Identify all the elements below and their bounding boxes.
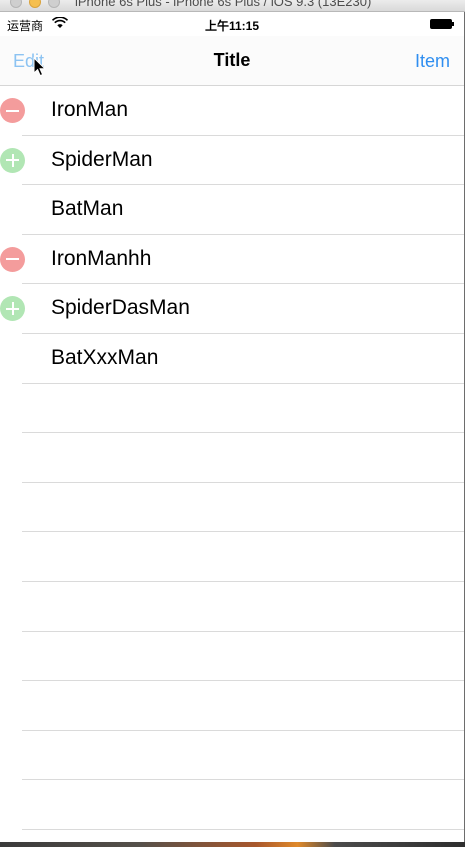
row-label: SpiderDasMan	[51, 296, 190, 320]
row-label: SpiderMan	[51, 147, 153, 171]
item-button[interactable]: Item	[415, 51, 450, 72]
table-row[interactable]: BatMan	[0, 185, 464, 235]
table-row[interactable]: IronMan	[0, 86, 464, 136]
status-time: 上午11:15	[204, 19, 260, 33]
window-minimize-button[interactable]	[29, 0, 41, 8]
control-bar	[6, 109, 19, 112]
row-label: IronManhh	[51, 246, 152, 270]
insert-control-icon[interactable]	[0, 296, 25, 322]
control-bar	[11, 153, 14, 167]
status-bar: 运营商 上午11:15	[0, 12, 464, 36]
table-row[interactable]: IronManhh	[0, 235, 464, 285]
page-title: Title	[213, 50, 251, 70]
desktop-background-strip	[0, 842, 465, 847]
mouse-cursor-icon	[33, 57, 47, 77]
delete-control-icon[interactable]	[0, 98, 25, 123]
row-label: BatXxxMan	[51, 345, 159, 369]
empty-table-row	[0, 483, 464, 533]
table-row[interactable]: BatXxxMan	[0, 334, 464, 384]
simulator-titlebar: iPhone 6s Plus - iPhone 6s Plus / iOS 9.…	[0, 0, 465, 12]
table-row[interactable]: SpiderDasMan	[0, 284, 464, 334]
table-row[interactable]: SpiderMan	[0, 136, 464, 186]
control-bar	[6, 258, 19, 261]
empty-table-row	[0, 532, 464, 582]
battery-icon	[430, 19, 454, 29]
window-title: iPhone 6s Plus - iPhone 6s Plus / iOS 9.…	[75, 0, 372, 9]
control-bar	[11, 302, 14, 316]
delete-control-icon[interactable]	[0, 246, 25, 272]
empty-table-row	[0, 433, 464, 483]
window-zoom-button[interactable]	[48, 0, 60, 8]
empty-table-row	[0, 780, 464, 830]
empty-table-row	[0, 731, 464, 781]
row-label: BatMan	[51, 197, 124, 221]
empty-table-row	[0, 632, 464, 682]
insert-control-icon[interactable]	[0, 147, 25, 173]
empty-table-row	[0, 384, 464, 434]
window-close-button[interactable]	[10, 0, 22, 8]
table-view[interactable]: IronMan SpiderMan BatMan IronManhh SpiderDas…	[0, 86, 464, 842]
empty-table-row	[0, 582, 464, 632]
empty-table-row	[0, 681, 464, 731]
row-label: IronMan	[51, 98, 129, 121]
navigation-bar: Edit Title Item	[0, 36, 464, 86]
